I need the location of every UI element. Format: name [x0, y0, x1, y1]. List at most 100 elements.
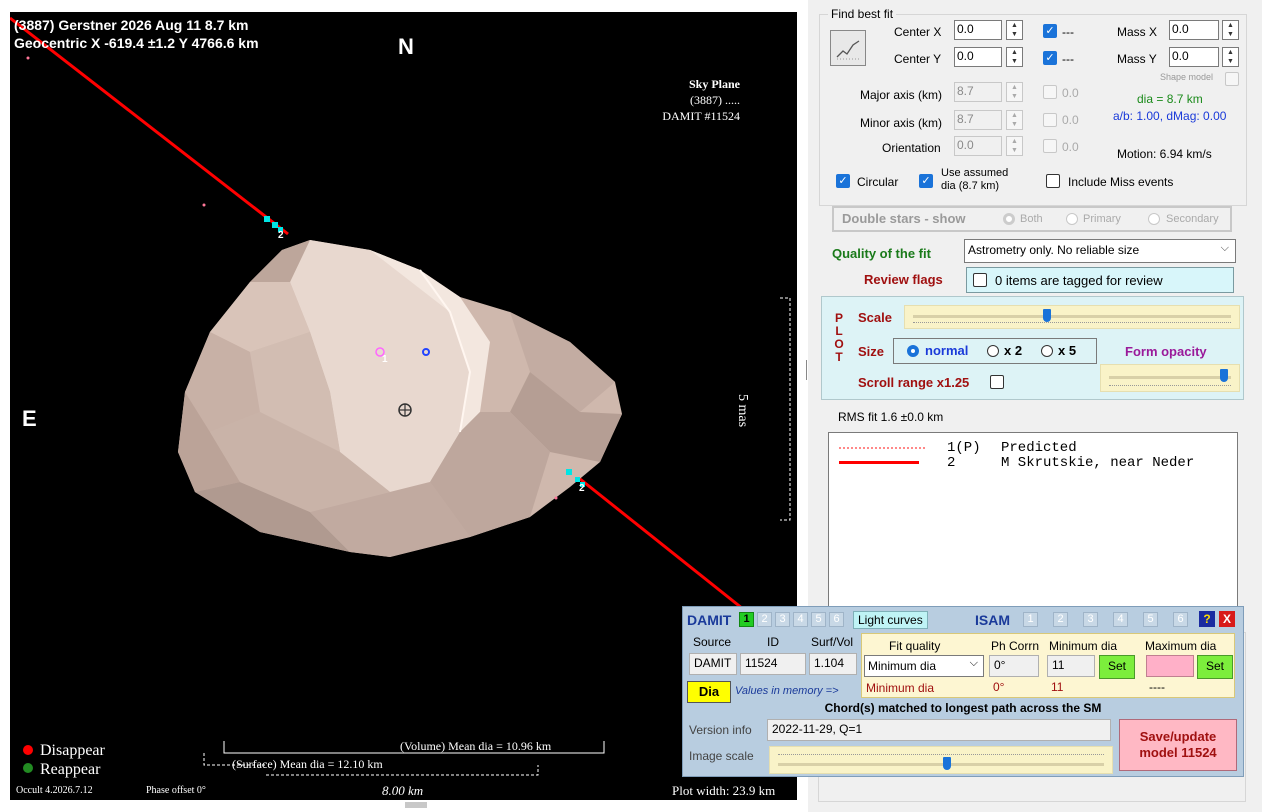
quality-select[interactable]: Astrometry only. No reliable size ⌵: [964, 239, 1236, 263]
primary-radio[interactable]: [1066, 213, 1078, 225]
orientation-spinner[interactable]: ▲ ▼: [1006, 136, 1023, 156]
damit-model-5[interactable]: 5: [811, 612, 826, 627]
set-min-dia-button[interactable]: Set: [1099, 655, 1135, 679]
use-assumed-checkbox[interactable]: ✓: [919, 174, 933, 188]
splitter-grip[interactable]: [806, 360, 809, 380]
major-axis-check-label: 0.0: [1062, 86, 1079, 100]
minimum-dia-input[interactable]: 11: [1047, 655, 1095, 677]
chord-number-2-lower: 2: [579, 483, 585, 494]
crosshair-marker: [398, 403, 412, 417]
isam-model-4[interactable]: 4: [1113, 612, 1128, 627]
event-title: (3887) Gerstner 2026 Aug 11 8.7 km Geoce…: [14, 16, 259, 52]
damit-model-2[interactable]: 2: [757, 612, 772, 627]
review-flags-label: Review flags: [864, 272, 943, 287]
orientation-checkbox[interactable]: [1043, 139, 1057, 153]
orientation-input[interactable]: 0.0: [954, 136, 1002, 156]
maximum-dia-input[interactable]: [1146, 655, 1194, 677]
damit-model-1[interactable]: 1: [739, 612, 754, 627]
damit-model-3[interactable]: 3: [775, 612, 790, 627]
center-x-checkbox[interactable]: ✓: [1043, 24, 1057, 38]
legend-disappear: Disappear: [40, 742, 105, 759]
mass-y-spinner[interactable]: ▲ ▼: [1222, 47, 1239, 67]
mass-x-spinner[interactable]: ▲ ▼: [1222, 20, 1239, 40]
damit-model-4[interactable]: 4: [793, 612, 808, 627]
version-info-input[interactable]: 2022-11-29, Q=1: [767, 719, 1111, 741]
sky-plane-title: Sky Plane: [688, 77, 740, 91]
center-x-label: Center X: [894, 25, 942, 39]
major-axis-checkbox[interactable]: [1043, 85, 1057, 99]
review-flags-box[interactable]: 0 items are tagged for review: [966, 267, 1234, 293]
image-scale-slider[interactable]: [769, 746, 1113, 774]
isam-model-5[interactable]: 5: [1143, 612, 1158, 627]
use-assumed-label: Use assumed dia (8.7 km): [941, 167, 1008, 193]
set-max-dia-button[interactable]: Set: [1197, 655, 1233, 679]
both-radio[interactable]: [1003, 213, 1015, 225]
chevron-down-icon: ⌵: [1220, 242, 1229, 254]
isam-model-3[interactable]: 3: [1083, 612, 1098, 627]
quality-label: Quality of the fit: [832, 246, 931, 261]
light-curves-button[interactable]: Light curves: [853, 611, 928, 629]
scale-thumb[interactable]: [1043, 309, 1052, 322]
damit-title: DAMIT: [687, 612, 732, 628]
quality-value: Astrometry only. No reliable size: [968, 243, 1140, 257]
ph-corrn-input[interactable]: 0°: [989, 655, 1039, 677]
fit-quality-select[interactable]: Minimum dia ⌵: [864, 655, 984, 677]
center-x-spinner[interactable]: ▲ ▼: [1006, 20, 1023, 40]
size-normal-radio[interactable]: [907, 345, 919, 357]
shape-model-label: Shape model: [1160, 72, 1214, 82]
center-y-spinner[interactable]: ▲ ▼: [1006, 47, 1023, 67]
center-x-input[interactable]: 0.0: [954, 20, 1002, 40]
center-y-input[interactable]: 0.0: [954, 47, 1002, 67]
image-scale-thumb[interactable]: [943, 757, 952, 770]
surface-mean-dia: (Surface) Mean dia = 12.10 km: [232, 757, 383, 771]
mass-x-input[interactable]: 0.0: [1169, 20, 1219, 40]
fit-plot-button[interactable]: [830, 30, 866, 66]
help-icon[interactable]: ?: [1199, 611, 1215, 627]
secondary-radio[interactable]: [1148, 213, 1160, 225]
major-axis-input[interactable]: 8.7: [954, 82, 1002, 102]
damit-panel: DAMIT 1 2 3 4 5 6 Light curves ISAM 1 2 …: [682, 606, 1244, 777]
opacity-ticks: [1109, 385, 1231, 386]
opacity-thumb[interactable]: [1219, 369, 1228, 382]
size-x2-radio[interactable]: [987, 345, 999, 357]
scale-ticks: [913, 322, 1231, 323]
asteroid-shape: [178, 240, 622, 557]
double-stars-label: Double stars - show: [842, 211, 966, 226]
center-y-label: Center Y: [894, 52, 942, 66]
mass-x-label: Mass X: [1117, 25, 1158, 39]
close-icon[interactable]: X: [1219, 611, 1235, 627]
damit-model-6[interactable]: 6: [829, 612, 844, 627]
minor-axis-spinner[interactable]: ▲ ▼: [1006, 110, 1023, 130]
isam-title: ISAM: [975, 612, 1010, 628]
isam-model-6[interactable]: 6: [1173, 612, 1188, 627]
observers-list[interactable]: 1(P) Predicted 2 M Skrutskie, near Neder: [828, 432, 1238, 632]
review-flags-text: 0 items are tagged for review: [995, 273, 1163, 288]
minimum-dia-header: Minimum dia: [1049, 639, 1118, 653]
circular-checkbox[interactable]: ✓: [836, 174, 850, 188]
size-group: normal x 2 x 5: [893, 338, 1097, 364]
form-opacity-slider[interactable]: [1100, 364, 1240, 392]
scale-slider[interactable]: [904, 305, 1240, 329]
surf-vol-value: 1.104: [809, 653, 857, 675]
scroll-range-checkbox[interactable]: [990, 375, 1004, 389]
mass-y-input[interactable]: 0.0: [1169, 47, 1219, 67]
plot-canvas[interactable]: (3887) Gerstner 2026 Aug 11 8.7 km Geoce…: [10, 12, 797, 800]
review-flags-checkbox[interactable]: [973, 273, 987, 287]
shape-model-checkbox[interactable]: [1225, 72, 1239, 86]
minor-axis-checkbox[interactable]: [1043, 113, 1057, 127]
include-miss-checkbox[interactable]: [1046, 174, 1060, 188]
save-update-model-button[interactable]: Save/update model 11524: [1119, 719, 1237, 771]
isam-model-2[interactable]: 2: [1053, 612, 1068, 627]
mass-y-label: Mass Y: [1117, 52, 1157, 66]
dia-button[interactable]: Dia: [687, 681, 731, 703]
orientation-check-label: 0.0: [1062, 140, 1079, 154]
center-y-checkbox[interactable]: ✓: [1043, 51, 1057, 65]
chord-number-2-upper: 2: [278, 230, 284, 241]
major-axis-spinner[interactable]: ▲ ▼: [1006, 82, 1023, 102]
size-x5-radio[interactable]: [1041, 345, 1053, 357]
fit-quality-header: Fit quality: [889, 639, 941, 653]
isam-model-1[interactable]: 1: [1023, 612, 1038, 627]
minor-axis-input[interactable]: 8.7: [954, 110, 1002, 130]
scroll-grip[interactable]: [405, 802, 427, 808]
scale-rail: [913, 315, 1231, 318]
